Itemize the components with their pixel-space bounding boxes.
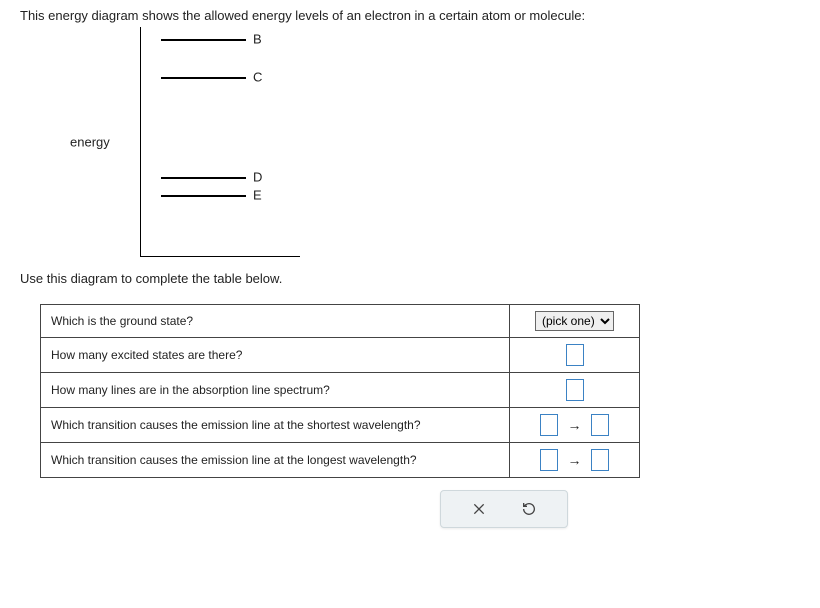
question-text: Which transition causes the emission lin… — [41, 443, 510, 478]
arrow-icon: → — [568, 417, 582, 433]
longest-to-input[interactable] — [591, 449, 609, 471]
subheading: Use this diagram to complete the table b… — [20, 271, 800, 286]
energy-level-label: D — [253, 170, 262, 185]
question-text: Which transition causes the emission lin… — [41, 408, 510, 443]
excited-states-input[interactable] — [566, 344, 584, 366]
question-text: Which is the ground state? — [41, 305, 510, 338]
energy-level — [161, 177, 246, 179]
shortest-to-input[interactable] — [591, 414, 609, 436]
diagram-axes: B C D E — [140, 27, 300, 257]
reset-button[interactable] — [519, 499, 539, 519]
question-table: Which is the ground state? (pick one) Ho… — [40, 304, 640, 478]
energy-level-label: C — [253, 70, 262, 85]
table-row: Which transition causes the emission lin… — [41, 408, 640, 443]
shortest-from-input[interactable] — [540, 414, 558, 436]
ground-state-select[interactable]: (pick one) — [535, 311, 614, 331]
longest-from-input[interactable] — [540, 449, 558, 471]
action-bar — [440, 490, 568, 528]
table-row: Which is the ground state? (pick one) — [41, 305, 640, 338]
question-intro: This energy diagram shows the allowed en… — [20, 8, 800, 23]
energy-level — [161, 77, 246, 79]
table-row: How many lines are in the absorption lin… — [41, 373, 640, 408]
energy-level — [161, 195, 246, 197]
x-icon — [471, 501, 487, 517]
arrow-icon: → — [568, 452, 582, 468]
y-axis-label: energy — [70, 135, 110, 150]
table-row: Which transition causes the emission lin… — [41, 443, 640, 478]
energy-level — [161, 39, 246, 41]
question-text: How many lines are in the absorption lin… — [41, 373, 510, 408]
clear-button[interactable] — [469, 499, 489, 519]
question-text: How many excited states are there? — [41, 338, 510, 373]
energy-level-label: B — [253, 32, 262, 47]
reset-icon — [521, 501, 537, 517]
table-row: How many excited states are there? — [41, 338, 640, 373]
energy-diagram: energy B C D E — [70, 27, 310, 257]
energy-level-label: E — [253, 188, 262, 203]
absorption-lines-input[interactable] — [566, 379, 584, 401]
